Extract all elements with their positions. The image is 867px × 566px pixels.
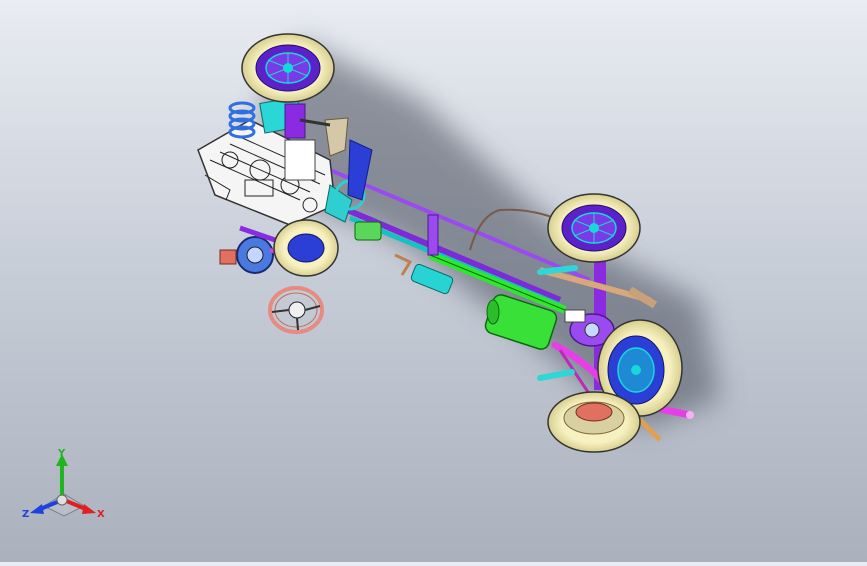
x-axis-label: X [97, 509, 105, 520]
wheel-front-right [273, 219, 339, 277]
steering-wheel [268, 286, 324, 334]
3d-viewport[interactable]: Y X Z [0, 0, 867, 562]
wheel-rear-left [547, 193, 641, 263]
wheel-rear-bottom [547, 391, 641, 453]
y-axis-label: Y [57, 448, 66, 459]
wheel-front-left [241, 33, 335, 103]
y-axis-arrow [56, 454, 68, 498]
z-axis-label: Z [22, 509, 29, 520]
chassis-model[interactable] [0, 0, 867, 562]
coordinate-triad[interactable]: Y X Z [22, 448, 106, 528]
